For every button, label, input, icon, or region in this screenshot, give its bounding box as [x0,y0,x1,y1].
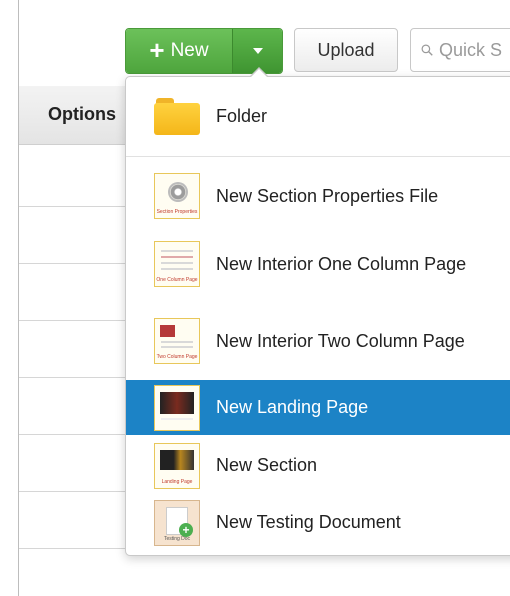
one-column-page-icon: One Column Page [154,241,200,287]
menu-item-label: New Section [216,455,318,475]
menu-pointer-fill [250,69,268,78]
upload-button-label: Upload [317,39,375,60]
thumb-caption: Landing Page [161,478,193,485]
chevron-down-icon [252,48,263,54]
menu-item-testing-document[interactable]: + Testing Doc New Testing Document [126,495,510,550]
new-button[interactable]: + New [126,29,232,73]
menu-item-interior-two-column[interactable]: Two Column Page New Interior Two Column … [126,305,510,377]
menu-item-label: Folder [216,105,268,126]
menu-item-label: New Landing Page [216,397,369,417]
thumb-caption: Testing Doc [163,535,191,542]
menu-item-label: New Interior Two Column Page [216,330,465,351]
upload-button[interactable]: Upload [294,28,398,72]
two-column-page-icon: Two Column Page [154,318,200,364]
menu-item-interior-one-column[interactable]: One Column Page New Interior One Column … [126,228,510,300]
menu-item-section-properties[interactable]: Section Properties New Section Propertie… [126,168,510,224]
folder-icon [154,96,200,136]
menu-item-label: New Interior One Column Page [216,253,467,274]
search-icon [421,44,433,56]
menu-item-label: New Section Properties File [216,185,439,206]
quick-search[interactable] [410,28,510,72]
thumb-caption: Section Properties [156,209,198,215]
new-button-label: New [170,40,209,61]
menu-separator [126,156,510,157]
search-input[interactable] [439,39,510,61]
menu-item-section[interactable]: Landing Page New Section [126,438,510,493]
options-column-header: Options [48,104,116,124]
landing-page-icon [154,384,200,431]
thumb-caption: One Column Page [156,277,198,283]
section-properties-icon: Section Properties [154,173,200,219]
menu-item-folder[interactable]: Folder [126,88,510,144]
landing-page-icon: Landing Page [154,442,200,489]
menu-item-label: New Testing Document [216,512,401,532]
plus-icon: + [149,35,165,65]
testing-doc-icon: + Testing Doc [154,499,200,546]
thumb-caption: Two Column Page [156,354,198,360]
menu-item-landing-page[interactable]: New Landing Page [126,380,510,435]
